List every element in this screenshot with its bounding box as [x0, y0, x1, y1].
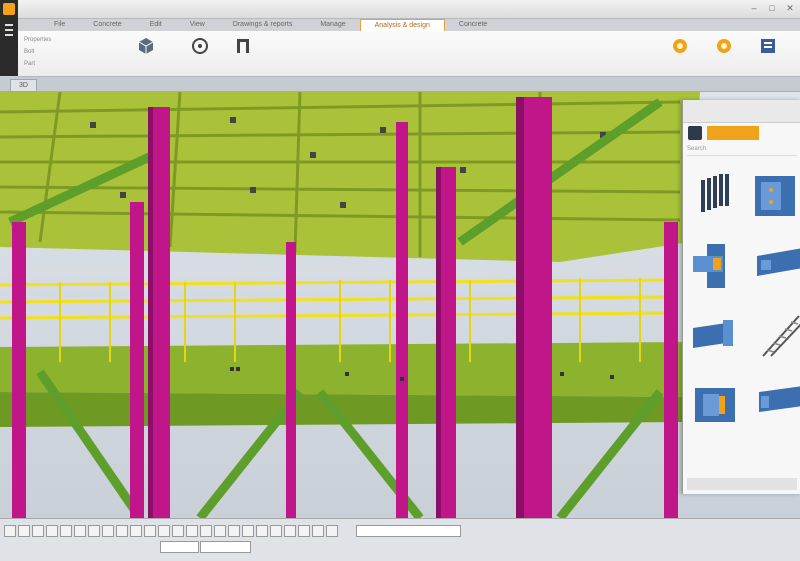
- panel-footer[interactable]: [687, 478, 797, 490]
- catalog-item[interactable]: [687, 242, 743, 292]
- toolbar-button[interactable]: [158, 525, 170, 537]
- connection-icon: [695, 388, 735, 422]
- ribbon-small-item[interactable]: Part: [24, 61, 35, 67]
- status-dropdown[interactable]: [160, 541, 199, 553]
- menu-icon: [5, 34, 13, 36]
- connection-icon: [759, 386, 800, 412]
- toolbar-button[interactable]: [4, 525, 16, 537]
- plates-icon: [701, 174, 729, 212]
- status-toolbar: [4, 525, 338, 537]
- menu-icon: [5, 24, 13, 26]
- toolbar-button[interactable]: [60, 525, 72, 537]
- layout-icon: [192, 38, 208, 54]
- gear-icon: [717, 39, 731, 53]
- toolbar-button[interactable]: [256, 525, 268, 537]
- catalog-item[interactable]: [747, 312, 800, 362]
- cube-icon: [138, 38, 154, 54]
- view-tab-bar: 3D: [0, 77, 800, 92]
- ribbon-button-connect[interactable]: [228, 37, 258, 63]
- toolbar-button[interactable]: [228, 525, 240, 537]
- minimize-button[interactable]: –: [748, 3, 760, 14]
- panel-header: [683, 100, 800, 123]
- toolbar-button[interactable]: [130, 525, 142, 537]
- status-dropdown[interactable]: [200, 541, 251, 553]
- connection-icon: [693, 320, 733, 348]
- component-catalog-panel: Search: [682, 100, 800, 494]
- grid-view-icon[interactable]: [688, 126, 702, 140]
- tab-manage[interactable]: Manage: [306, 19, 359, 31]
- gear-icon: [673, 39, 687, 53]
- toolbar-button[interactable]: [200, 525, 212, 537]
- ribbon-small-item[interactable]: Bolt: [24, 49, 34, 55]
- app-logo-icon: [3, 3, 15, 15]
- catalog-item[interactable]: [687, 312, 743, 362]
- ribbon-button-layout[interactable]: [180, 37, 220, 63]
- connection-icon: [757, 248, 800, 276]
- toolbar-button[interactable]: [172, 525, 184, 537]
- tab-analysis[interactable]: Analysis & design: [359, 19, 445, 31]
- tab-concrete-2[interactable]: Concrete: [445, 19, 501, 31]
- ribbon: Properties Bolt Part: [18, 31, 800, 77]
- command-input[interactable]: [356, 525, 461, 537]
- catalog-item[interactable]: [747, 382, 800, 432]
- connection-icon: [755, 176, 795, 216]
- toolbar-button[interactable]: [186, 525, 198, 537]
- toolbar-button[interactable]: [88, 525, 100, 537]
- ribbon-button-gear-2[interactable]: [706, 37, 742, 63]
- title-bar: – □ ✕: [0, 0, 800, 19]
- ribbon-button-gear-1[interactable]: [662, 37, 698, 63]
- toolbar-button[interactable]: [116, 525, 128, 537]
- ribbon-button-cube[interactable]: [126, 37, 166, 63]
- maximize-button[interactable]: □: [766, 3, 778, 14]
- ribbon-tabs: File Concrete Edit View Drawings & repor…: [40, 19, 501, 31]
- toolbar-button[interactable]: [242, 525, 254, 537]
- toolbar-button[interactable]: [32, 525, 44, 537]
- stair-icon: [762, 315, 800, 357]
- app-menu-button[interactable]: [0, 0, 18, 76]
- tab-concrete[interactable]: Concrete: [79, 19, 135, 31]
- view-tab[interactable]: 3D: [10, 79, 37, 92]
- toolbar-button[interactable]: [284, 525, 296, 537]
- close-button[interactable]: ✕: [784, 3, 796, 14]
- catalog-item[interactable]: [687, 172, 743, 222]
- menu-icon: [5, 29, 13, 31]
- search-input[interactable]: Search: [687, 146, 797, 156]
- tab-edit[interactable]: Edit: [136, 19, 176, 31]
- catalog-item[interactable]: [747, 172, 800, 222]
- toolbar-button[interactable]: [270, 525, 282, 537]
- toolbar-button[interactable]: [144, 525, 156, 537]
- toolbar-button[interactable]: [102, 525, 114, 537]
- toolbar-button[interactable]: [326, 525, 338, 537]
- tab-file[interactable]: File: [40, 19, 79, 31]
- toolbar-button[interactable]: [214, 525, 226, 537]
- catalog-item[interactable]: [747, 242, 800, 292]
- toolbar-button[interactable]: [46, 525, 58, 537]
- toolbar-button[interactable]: [298, 525, 310, 537]
- window-controls: – □ ✕: [748, 3, 796, 14]
- connect-icon: [237, 39, 249, 53]
- ribbon-button-report[interactable]: [750, 37, 786, 63]
- report-icon: [761, 39, 775, 53]
- panel-tab[interactable]: [707, 126, 759, 140]
- status-bar: [0, 518, 800, 561]
- toolbar-button[interactable]: [312, 525, 324, 537]
- toolbar-button[interactable]: [18, 525, 30, 537]
- toolbar-button[interactable]: [74, 525, 86, 537]
- steel-structure-model: [0, 92, 800, 518]
- ribbon-small-item[interactable]: Properties: [24, 37, 51, 43]
- connection-icon: [693, 244, 725, 288]
- tab-view[interactable]: View: [176, 19, 219, 31]
- 3d-model-viewport[interactable]: [0, 92, 800, 518]
- tab-drawings[interactable]: Drawings & reports: [219, 19, 307, 31]
- catalog-item[interactable]: [687, 382, 743, 432]
